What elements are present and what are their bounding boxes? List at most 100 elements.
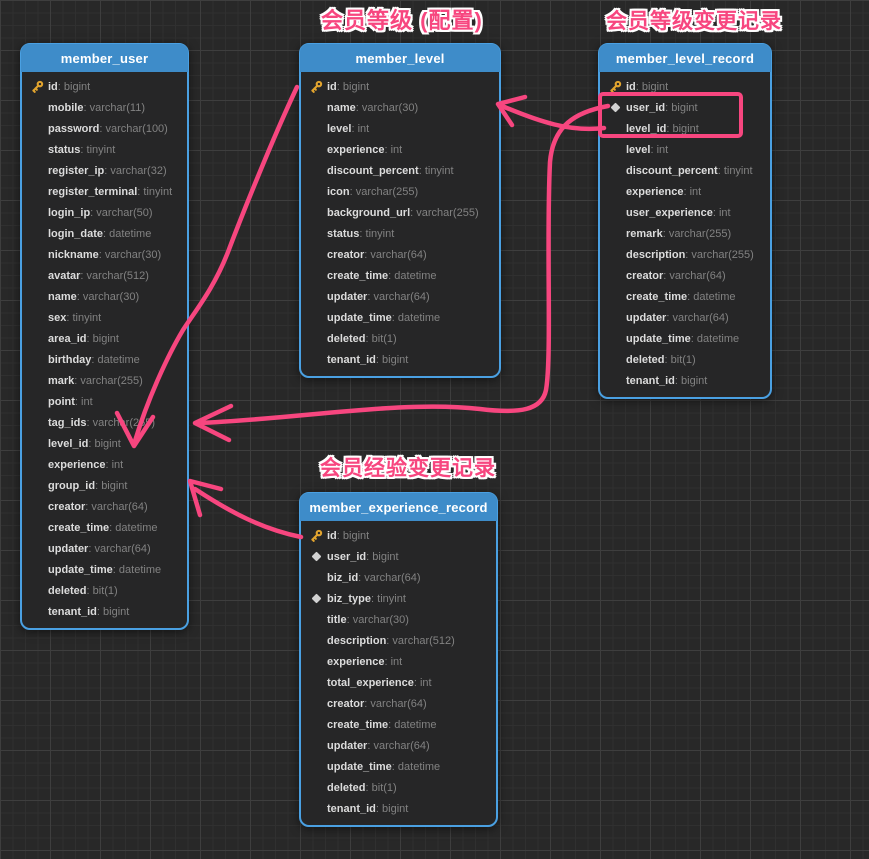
table-member_level_record[interactable]: member_level_record idbigintuser_idbigin… <box>598 43 772 399</box>
field-row-create_time[interactable]: create_timedatetime <box>301 714 496 735</box>
field-row-level_id[interactable]: level_idbigint <box>600 118 770 139</box>
field-row-updater[interactable]: updatervarchar(64) <box>301 735 496 756</box>
field-row-user_id[interactable]: user_idbigint <box>600 97 770 118</box>
field-row-login_date[interactable]: login_datedatetime <box>22 223 187 244</box>
field-row-update_time[interactable]: update_timedatetime <box>301 756 496 777</box>
field-type: varchar(100) <box>99 123 167 135</box>
diagram-canvas[interactable]: 会员等级 (配置) 会员等级变更记录 会员经验变更记录 member_user … <box>0 0 869 859</box>
field-row-id[interactable]: idbigint <box>301 525 496 546</box>
field-row-total_experience[interactable]: total_experienceint <box>301 672 496 693</box>
field-row-nickname[interactable]: nicknamevarchar(30) <box>22 244 187 265</box>
field-type: datetime <box>392 312 440 324</box>
field-row-experience[interactable]: experienceint <box>600 181 770 202</box>
field-row-level_id[interactable]: level_idbigint <box>22 433 187 454</box>
field-row-tenant_id[interactable]: tenant_idbigint <box>22 601 187 622</box>
field-row-tag_ids[interactable]: tag_idsvarchar(255) <box>22 412 187 433</box>
field-row-experience[interactable]: experienceint <box>301 651 496 672</box>
field-row-register_ip[interactable]: register_ipvarchar(32) <box>22 160 187 181</box>
field-row-sex[interactable]: sextinyint <box>22 307 187 328</box>
field-row-description[interactable]: descriptionvarchar(512) <box>301 630 496 651</box>
field-row-status[interactable]: statustinyint <box>22 139 187 160</box>
field-type: bigint <box>666 123 698 135</box>
field-name: avatar <box>48 270 80 282</box>
field-row-mark[interactable]: markvarchar(255) <box>22 370 187 391</box>
field-row-register_terminal[interactable]: register_terminaltinyint <box>22 181 187 202</box>
field-type: varchar(30) <box>356 102 418 114</box>
field-row-avatar[interactable]: avatarvarchar(512) <box>22 265 187 286</box>
field-name: update_time <box>626 333 691 345</box>
field-row-user_id[interactable]: user_idbigint <box>301 546 496 567</box>
field-row-discount_percent[interactable]: discount_percenttinyint <box>301 160 499 181</box>
field-name: login_ip <box>48 207 90 219</box>
table-member_experience_record[interactable]: member_experience_record idbigintuser_id… <box>299 492 498 827</box>
field-type: varchar(64) <box>364 698 426 710</box>
field-row-name[interactable]: namevarchar(30) <box>22 286 187 307</box>
field-row-id[interactable]: idbigint <box>600 76 770 97</box>
table-header[interactable]: member_user <box>21 44 188 72</box>
field-row-experience[interactable]: experienceint <box>22 454 187 475</box>
field-name: deleted <box>626 354 665 366</box>
field-row-creator[interactable]: creatorvarchar(64) <box>301 244 499 265</box>
field-type: bigint <box>665 102 697 114</box>
table-member_level[interactable]: member_level idbigintnamevarchar(30)leve… <box>299 43 501 378</box>
field-row-title[interactable]: titlevarchar(30) <box>301 609 496 630</box>
table-header[interactable]: member_experience_record <box>300 493 497 521</box>
field-name: description <box>327 635 386 647</box>
field-type: varchar(64) <box>358 572 420 584</box>
field-row-tenant_id[interactable]: tenant_idbigint <box>301 798 496 819</box>
field-row-deleted[interactable]: deletedbit(1) <box>600 349 770 370</box>
field-row-login_ip[interactable]: login_ipvarchar(50) <box>22 202 187 223</box>
field-row-remark[interactable]: remarkvarchar(255) <box>600 223 770 244</box>
field-row-background_url[interactable]: background_urlvarchar(255) <box>301 202 499 223</box>
field-row-deleted[interactable]: deletedbit(1) <box>301 328 499 349</box>
field-row-biz_type[interactable]: biz_typetinyint <box>301 588 496 609</box>
field-row-id[interactable]: idbigint <box>301 76 499 97</box>
field-row-id[interactable]: idbigint <box>22 76 187 97</box>
field-row-tenant_id[interactable]: tenant_idbigint <box>301 349 499 370</box>
field-row-update_time[interactable]: update_timedatetime <box>301 307 499 328</box>
field-row-level[interactable]: levelint <box>600 139 770 160</box>
field-type: varchar(64) <box>367 740 429 752</box>
field-row-tenant_id[interactable]: tenant_idbigint <box>600 370 770 391</box>
field-row-password[interactable]: passwordvarchar(100) <box>22 118 187 139</box>
field-row-discount_percent[interactable]: discount_percenttinyint <box>600 160 770 181</box>
field-row-point[interactable]: pointint <box>22 391 187 412</box>
field-row-icon[interactable]: iconvarchar(255) <box>301 181 499 202</box>
table-header[interactable]: member_level_record <box>599 44 771 72</box>
field-row-creator[interactable]: creatorvarchar(64) <box>22 496 187 517</box>
field-row-create_time[interactable]: create_timedatetime <box>22 517 187 538</box>
field-row-update_time[interactable]: update_timedatetime <box>22 559 187 580</box>
field-row-biz_id[interactable]: biz_idvarchar(64) <box>301 567 496 588</box>
field-row-area_id[interactable]: area_idbigint <box>22 328 187 349</box>
field-row-birthday[interactable]: birthdaydatetime <box>22 349 187 370</box>
table-header[interactable]: member_level <box>300 44 500 72</box>
field-name: experience <box>626 186 683 198</box>
field-row-creator[interactable]: creatorvarchar(64) <box>600 265 770 286</box>
field-row-deleted[interactable]: deletedbit(1) <box>301 777 496 798</box>
field-row-level[interactable]: levelint <box>301 118 499 139</box>
field-row-mobile[interactable]: mobilevarchar(11) <box>22 97 187 118</box>
field-row-user_experience[interactable]: user_experienceint <box>600 202 770 223</box>
field-row-updater[interactable]: updatervarchar(64) <box>301 286 499 307</box>
field-name: group_id <box>48 480 95 492</box>
field-row-group_id[interactable]: group_idbigint <box>22 475 187 496</box>
field-name: level_id <box>626 123 666 135</box>
field-row-update_time[interactable]: update_timedatetime <box>600 328 770 349</box>
field-type: bigint <box>337 530 369 542</box>
field-row-creator[interactable]: creatorvarchar(64) <box>301 693 496 714</box>
field-row-create_time[interactable]: create_timedatetime <box>600 286 770 307</box>
field-row-updater[interactable]: updatervarchar(64) <box>600 307 770 328</box>
index-diamond-icon <box>306 595 327 602</box>
field-row-updater[interactable]: updatervarchar(64) <box>22 538 187 559</box>
field-name: password <box>48 123 99 135</box>
field-row-name[interactable]: namevarchar(30) <box>301 97 499 118</box>
table-member_user[interactable]: member_user idbigintmobilevarchar(11)pas… <box>20 43 189 630</box>
field-type: int <box>683 186 701 198</box>
field-row-description[interactable]: descriptionvarchar(255) <box>600 244 770 265</box>
field-row-deleted[interactable]: deletedbit(1) <box>22 580 187 601</box>
field-name: birthday <box>48 354 91 366</box>
field-row-create_time[interactable]: create_timedatetime <box>301 265 499 286</box>
field-row-status[interactable]: statustinyint <box>301 223 499 244</box>
field-row-experience[interactable]: experienceint <box>301 139 499 160</box>
index-diamond-icon <box>306 553 327 560</box>
